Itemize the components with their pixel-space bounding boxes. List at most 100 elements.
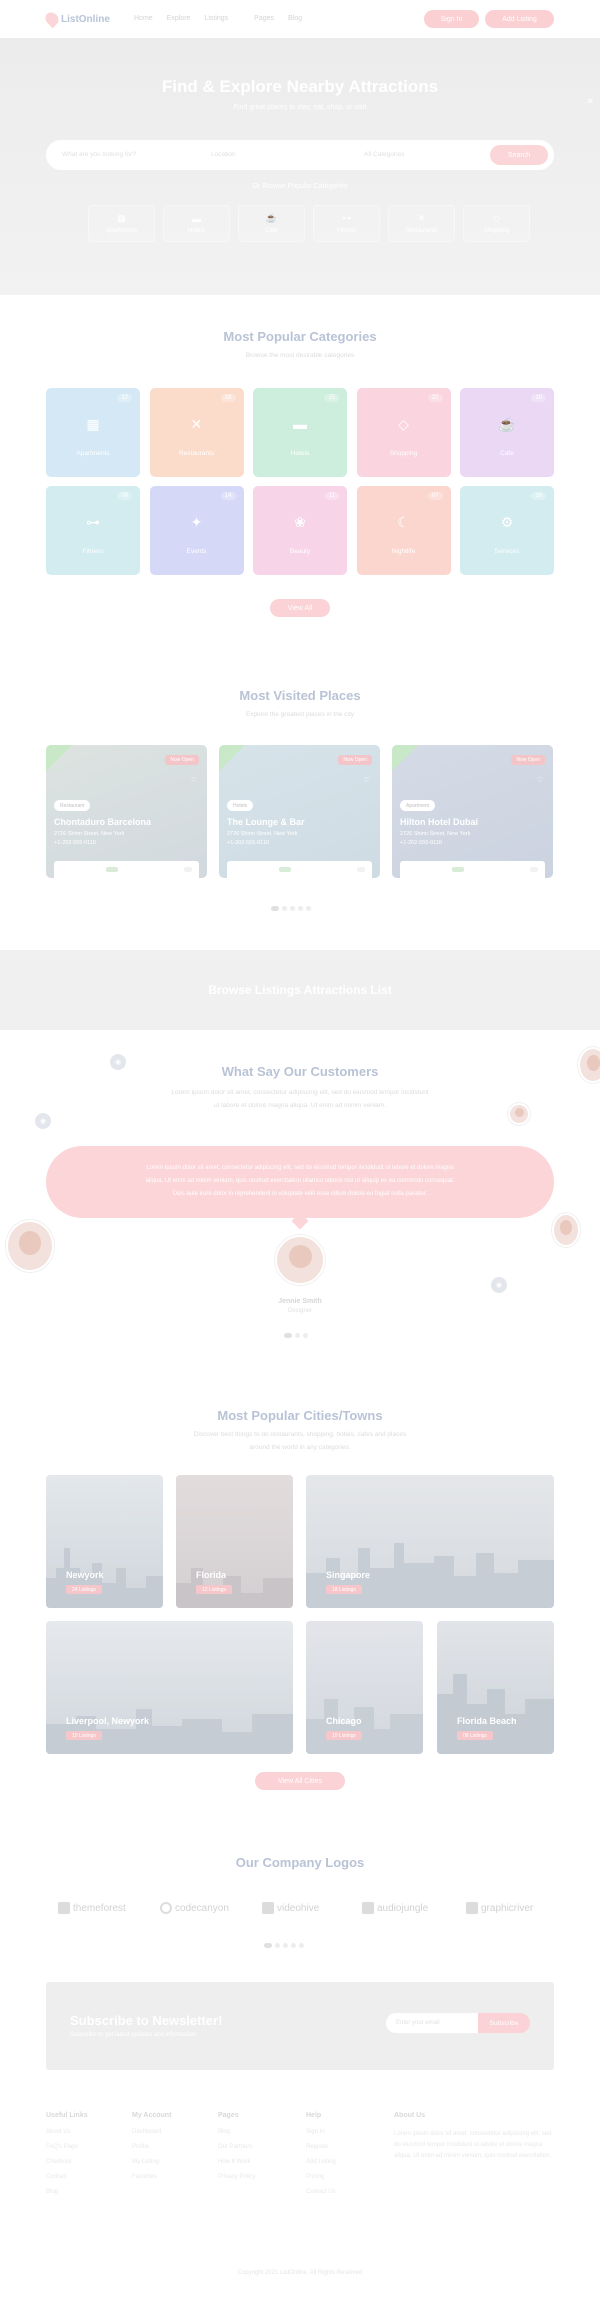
footer-link[interactable]: Blog [46,2189,88,2195]
hero-category-restaurants[interactable]: ✕ Restaurants [388,205,455,242]
city-card[interactable]: Singapore 18 Listings [306,1475,554,1608]
carousel-dot[interactable] [284,1333,292,1338]
footer-link[interactable]: Register [306,2144,336,2150]
footer-link[interactable]: My Listing [132,2159,171,2165]
city-listings-button[interactable]: 15 Listings [66,1731,102,1740]
nav-item-explore[interactable]: Explore [167,15,191,22]
city-card[interactable]: Florida Beach 08 Listings [437,1621,554,1754]
hero-category-fitness[interactable]: ⊶ Fitness [313,205,380,242]
footer-link[interactable]: Privacy Policy [218,2174,255,2180]
city-name: Singapore [326,1570,371,1580]
carousel-dot[interactable] [282,906,287,911]
category-card[interactable]: 22 ◇ Shopping [356,388,451,477]
footer-link[interactable]: Sign In [306,2129,336,2135]
view-all-cities-button[interactable]: View All Cities [255,1772,345,1790]
place-card[interactable]: Now Open ♡ Apartment Hilton Hotel Dubai … [392,745,553,878]
category-card[interactable]: 15 ▬ Hotels [253,388,347,477]
sign-in-button[interactable]: Sign In [424,10,479,28]
category-card[interactable]: 12 ▦ Apartments [46,388,140,477]
bookmark-icon[interactable] [357,867,365,872]
city-listings-button[interactable]: 10 Listings [326,1731,362,1740]
place-name[interactable]: Chontaduro Barcelona [54,817,151,827]
brand-logo[interactable]: ListOnline [42,9,110,29]
category-card[interactable]: 07 ☾ Nightlife [356,486,451,575]
search-button[interactable]: Search [490,145,548,165]
category-card[interactable]: 18 ✕ Restaurants [149,388,244,477]
city-listings-button[interactable]: 08 Listings [457,1731,493,1740]
search-location-input[interactable]: Location [211,151,236,158]
place-name[interactable]: Hilton Hotel Dubai [400,817,478,827]
city-card[interactable]: Liverpool, Newyork 15 Listings [46,1621,293,1754]
footer-link[interactable]: Contact [46,2174,88,2180]
nav-item-home[interactable]: Home [134,15,153,22]
footer-link[interactable]: Blog [218,2129,255,2135]
subscribe-button[interactable]: Subscribe [478,2013,530,2033]
footer-link[interactable]: Add Listing [306,2159,336,2165]
hero-category-apartments[interactable]: ▦ Apartments [88,205,155,242]
carousel-dot[interactable] [283,1943,288,1948]
carousel-dot[interactable] [299,1943,304,1948]
carousel-dot[interactable] [295,1333,300,1338]
footer-link[interactable]: FAQ's Page [46,2144,88,2150]
bookmark-icon[interactable] [184,867,192,872]
city-card[interactable]: Newyork 24 Listings [46,1475,163,1608]
place-card[interactable]: Now Open ♡ Hotels The Lounge & Bar 2726 … [219,745,380,878]
carousel-dot[interactable] [306,906,311,911]
category-card[interactable]: 16 ⚙ Services [460,486,554,575]
partner-logo-audiojungle[interactable]: audiojungle [362,1902,428,1914]
close-icon[interactable]: ✕ [586,96,594,107]
footer-link[interactable]: Checkout [46,2159,88,2165]
view-all-categories-button[interactable]: View All [270,599,330,617]
footer-link[interactable]: Pricing [306,2174,336,2180]
nav-item-pages[interactable]: Pages [254,15,274,22]
footer-link[interactable]: How It Work [218,2159,255,2165]
testimonials-title: What Say Our Customers [221,1064,379,1079]
category-card[interactable]: 11 ❀ Beauty [253,486,347,575]
carousel-dot[interactable] [291,1943,296,1948]
hero-category-shopping[interactable]: ◇ Shopping [463,205,530,242]
city-name: Liverpool, Newyork [66,1716,150,1726]
footer-link[interactable]: Profile [132,2144,171,2150]
footer-link[interactable]: Favorites [132,2174,171,2180]
city-card[interactable]: Chicago 10 Listings [306,1621,423,1754]
partner-logo-codecanyon[interactable]: codecanyon [160,1902,229,1914]
heart-icon[interactable]: ♡ [537,776,543,784]
city-listings-button[interactable]: 12 Listings [196,1585,232,1594]
carousel-dot[interactable] [275,1943,280,1948]
footer-link[interactable]: Dashboard [132,2129,171,2135]
category-card[interactable]: 09 ⊶ Fitness [46,486,140,575]
category-pill[interactable]: Restaurant [54,800,91,811]
bookmark-icon[interactable] [530,867,538,872]
nav-item-listings[interactable]: Listings [204,15,228,22]
carousel-dot[interactable] [290,906,295,911]
city-card[interactable]: Florida 12 Listings [176,1475,293,1608]
city-listings-button[interactable]: 24 Listings [66,1585,102,1594]
partner-logo-themeforest[interactable]: themeforest [58,1902,126,1914]
heart-icon[interactable]: ♡ [191,776,197,784]
footer-link[interactable]: Our Partners [218,2144,255,2150]
footer-link[interactable]: Contact Us [306,2189,336,2195]
hero-category-hotels[interactable]: ▬ Hotels [163,205,230,242]
category-pill[interactable]: Apartment [400,800,436,811]
carousel-dot[interactable] [298,906,303,911]
place-name[interactable]: The Lounge & Bar [227,817,305,827]
carousel-dot[interactable] [271,906,279,911]
carousel-dot[interactable] [303,1333,308,1338]
category-card[interactable]: 10 ☕ Cafe [460,388,554,477]
footer-link[interactable]: About Us [46,2129,88,2135]
category-card[interactable]: 14 ✦ Events [149,486,244,575]
search-category-select[interactable]: All Categories [364,151,404,158]
search-what-input[interactable]: What are you looking for? [62,151,136,158]
hero-category-cafe[interactable]: ☕ Cafe [238,205,305,242]
newsletter-email-input[interactable]: Enter your email [386,2013,480,2033]
browse-listings-text[interactable]: Browse Listings Attractions List [0,983,600,997]
add-listing-button[interactable]: Add Listing [485,10,554,28]
heart-icon[interactable]: ♡ [364,776,370,784]
carousel-dot[interactable] [264,1943,272,1948]
place-card[interactable]: Now Open ♡ Restaurant Chontaduro Barcelo… [46,745,207,878]
nav-item-blog[interactable]: Blog [288,15,302,22]
category-pill[interactable]: Hotels [227,800,254,811]
city-listings-button[interactable]: 18 Listings [326,1585,362,1594]
partner-logo-videohive[interactable]: videohive [262,1902,319,1914]
partner-logo-graphicriver[interactable]: graphicriver [466,1902,533,1914]
